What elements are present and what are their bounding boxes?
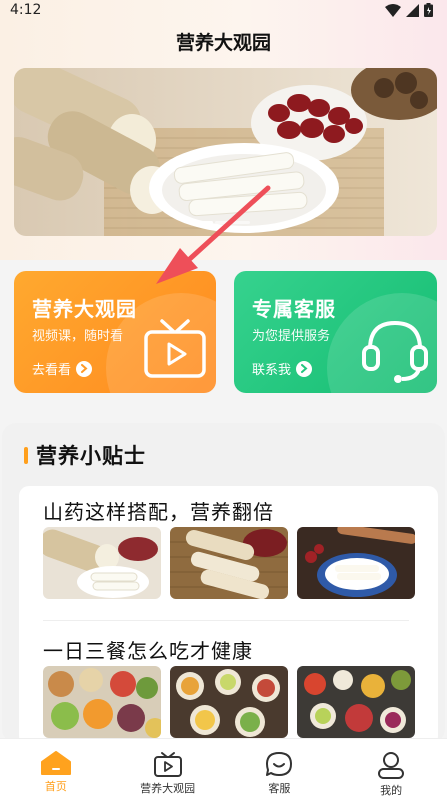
article-thumbnails[interactable] — [43, 527, 415, 599]
link-label: 去看看 — [32, 363, 72, 378]
chevron-right-icon — [296, 360, 313, 377]
headset-icon — [362, 320, 428, 383]
battery-icon — [424, 3, 433, 17]
arrow-annotation — [156, 185, 271, 284]
tab-nutrition-garden[interactable]: 营养大观园 — [112, 739, 224, 798]
chat-icon — [266, 752, 293, 776]
card-subtitle: 视频课，随时看 — [32, 329, 124, 344]
tab-customer-service[interactable]: 客服 — [224, 739, 336, 798]
tv-icon — [153, 752, 182, 777]
tab-label: 首页 — [44, 780, 67, 793]
tips-list: 山药这样搭配，营养翻倍 一日三餐怎么吃才健康 — [19, 486, 438, 746]
tab-label: 客服 — [268, 782, 291, 795]
status-time: 4:12 — [10, 2, 42, 18]
tab-home[interactable]: 首页 — [0, 739, 112, 798]
tv-play-icon — [144, 319, 206, 378]
status-icons — [385, 3, 433, 17]
contact-me-link[interactable]: 联系我 — [252, 359, 313, 378]
article-image — [43, 666, 161, 738]
tab-label: 我的 — [380, 784, 403, 797]
signal-icon — [406, 3, 419, 17]
article-thumbnails[interactable] — [43, 666, 415, 738]
article-image — [297, 666, 415, 738]
tab-mine[interactable]: 我的 — [335, 739, 447, 798]
article-title[interactable]: 山药这样搭配，营养翻倍 — [43, 496, 274, 525]
card-title: 专属客服 — [252, 297, 336, 321]
card-title: 营养大观园 — [32, 297, 137, 321]
section-title: 营养小贴士 — [36, 444, 146, 468]
tips-header: 营养小贴士 — [24, 440, 146, 470]
divider — [43, 620, 409, 621]
chevron-right-icon — [76, 360, 93, 377]
page-title: 营养大观园 — [175, 32, 271, 54]
section-accent-bar — [24, 446, 28, 464]
article-image — [297, 527, 415, 599]
article-image — [43, 527, 161, 599]
article-image — [170, 666, 288, 738]
user-icon — [378, 752, 405, 779]
wifi-icon — [385, 3, 401, 17]
article-image — [170, 527, 288, 599]
status-bar: 4:12 — [0, 0, 447, 20]
tab-label: 营养大观园 — [140, 782, 196, 795]
card-subtitle: 为您提供服务 — [252, 329, 331, 344]
bottom-tab-bar: 首页 营养大观园 客服 我的 — [0, 738, 447, 798]
home-icon — [40, 751, 71, 775]
go-see-link[interactable]: 去看看 — [32, 359, 93, 378]
link-label: 联系我 — [252, 363, 292, 378]
article-title[interactable]: 一日三餐怎么吃才健康 — [43, 635, 253, 664]
